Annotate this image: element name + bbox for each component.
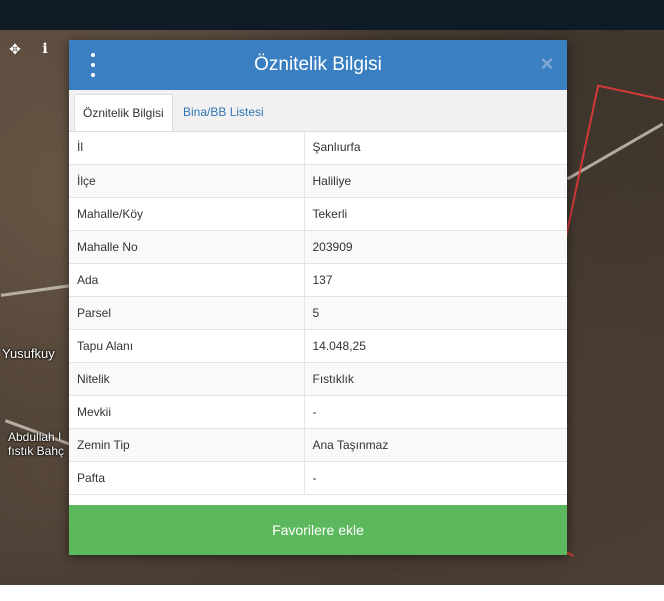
attribute-value: 5 [304, 296, 567, 330]
map-place-label: Abdullah I [8, 430, 62, 444]
attribute-key: Mahalle/Köy [69, 197, 305, 231]
attribute-key: Mahalle No [69, 230, 305, 264]
move-icon[interactable]: ✥ [4, 40, 26, 58]
attribute-key: Nitelik [69, 362, 305, 396]
attribute-value: Fıstıklık [304, 362, 567, 396]
add-to-favorites-button[interactable]: Favorilere ekle [69, 505, 567, 555]
table-row: İlçe Haliliye [69, 164, 567, 198]
table-row: Nitelik Fıstıklık [69, 362, 567, 396]
attribute-value: - [304, 461, 567, 495]
table-row: Mevkii - [69, 395, 567, 429]
tab-building-list[interactable]: Bina/BB Listesi [175, 94, 272, 131]
map-place-label: fıstık Bahç [8, 444, 65, 458]
attribute-table: İl Şanlıurfa İlçe Haliliye Mahalle/Köy T… [69, 131, 567, 495]
table-row: Pafta - [69, 461, 567, 495]
attribute-value: Haliliye [304, 164, 567, 198]
table-row: İl Şanlıurfa [69, 131, 567, 165]
top-navbar [0, 0, 664, 30]
attribute-value: - [304, 395, 567, 429]
attribute-value: 203909 [304, 230, 567, 264]
attribute-info-dialog: Öznitelik Bilgisi × Öznitelik Bilgisi Bi… [69, 40, 567, 555]
attribute-key: İlçe [69, 164, 305, 198]
close-icon[interactable]: × [537, 52, 557, 76]
table-row: Parsel 5 [69, 296, 567, 330]
attribute-key: İl [69, 131, 305, 165]
table-row: Mahalle No 203909 [69, 230, 567, 264]
attribute-key: Parsel [69, 296, 305, 330]
attribute-value: 137 [304, 263, 567, 297]
attribute-value: Ana Taşınmaz [304, 428, 567, 462]
attribute-key: Zemin Tip [69, 428, 305, 462]
dialog-title: Öznitelik Bilgisi [254, 54, 382, 75]
dialog-header: Öznitelik Bilgisi × [69, 40, 567, 90]
table-row: Tapu Alanı 14.048,25 [69, 329, 567, 363]
attribute-key: Tapu Alanı [69, 329, 305, 363]
attribute-value: 14.048,25 [304, 329, 567, 363]
attribute-key: Ada [69, 263, 305, 297]
attribute-value: Şanlıurfa [304, 131, 567, 165]
attribute-value: Tekerli [304, 197, 567, 231]
map-place-label: Yusufkuy [2, 346, 55, 361]
info-icon[interactable]: i [34, 40, 56, 58]
tab-attribute-info[interactable]: Öznitelik Bilgisi [74, 94, 173, 131]
table-row: Zemin Tip Ana Taşınmaz [69, 428, 567, 462]
table-row: Mahalle/Köy Tekerli [69, 197, 567, 231]
dialog-tabs: Öznitelik Bilgisi Bina/BB Listesi [69, 90, 567, 132]
footer-strip [0, 585, 664, 601]
table-row: Ada 137 [69, 263, 567, 297]
attribute-key: Mevkii [69, 395, 305, 429]
parcel-boundary [555, 84, 664, 308]
attribute-key: Pafta [69, 461, 305, 495]
